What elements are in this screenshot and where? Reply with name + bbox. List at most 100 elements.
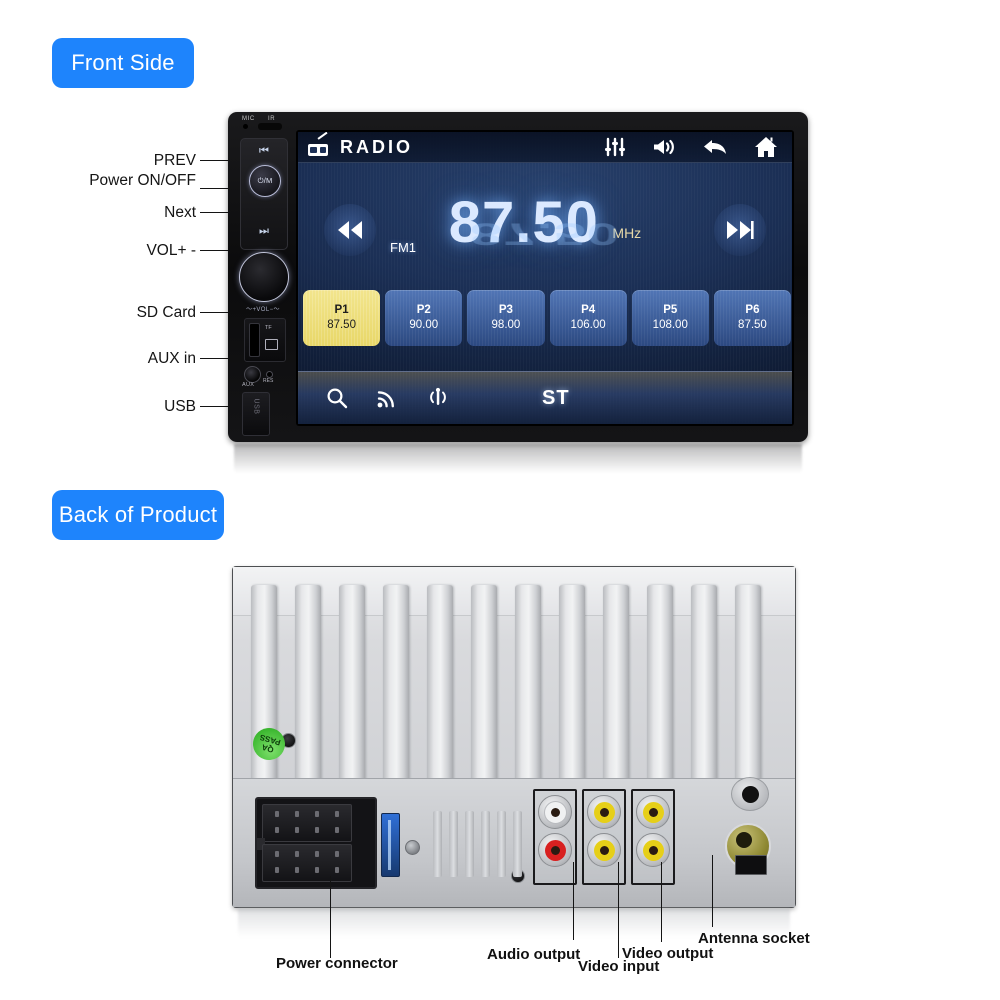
front-unit-reflection	[234, 444, 802, 478]
radio-icon	[308, 132, 328, 156]
preset-button-p3[interactable]: P3 98.00	[467, 290, 545, 346]
callout-volume: VOL+ -	[146, 242, 196, 259]
back-lower-deck	[233, 777, 795, 907]
aux-input-jack[interactable]	[244, 366, 261, 383]
mic-label: MIC	[242, 116, 255, 122]
callout-antenna-socket: Antenna socket	[698, 930, 810, 947]
broadcast-antenna-icon[interactable]	[426, 387, 450, 409]
callout-aux-in: AUX in	[147, 350, 196, 367]
callout-prev: PREV	[153, 152, 196, 169]
frequency-display: 87.50 MHz	[298, 194, 792, 252]
preset-name: P4	[581, 304, 596, 316]
back-arrow-icon[interactable]	[702, 137, 728, 157]
power-button[interactable]: ⏻/M	[249, 165, 281, 197]
ir-receiver-window	[258, 123, 282, 130]
preset-button-p5[interactable]: P5 108.00	[631, 290, 709, 346]
tf-sd-card-slot[interactable]: TF	[244, 318, 286, 362]
volume-knob[interactable]	[239, 252, 289, 302]
volume-icon[interactable]	[652, 137, 676, 157]
preset-name: P3	[498, 304, 513, 316]
touchscreen-frame: RADIO FM1 87.50 MHz 87.50 P1 87.50 P2 90…	[296, 130, 794, 426]
connector-pin-block-top	[262, 804, 352, 842]
next-track-button[interactable]: ⏭	[241, 225, 287, 238]
reset-pinhole[interactable]	[266, 371, 273, 378]
rca-jack-yellow-video-out-2[interactable]	[636, 833, 670, 867]
stereo-indicator: ST	[542, 386, 570, 409]
rca-jack-area	[533, 789, 715, 885]
vent-slot-group	[433, 811, 529, 877]
transport-button-group: ⏮ ⏻/M ⏭	[240, 138, 288, 250]
rca-jack-yellow-video-out-1[interactable]	[636, 795, 670, 829]
qa-pass-text: QA PASS	[258, 732, 282, 755]
fuse	[381, 813, 400, 877]
callout-sd-card: SD Card	[136, 304, 196, 321]
front-top-bezel: MIC IR	[228, 112, 808, 130]
preset-name: P2	[416, 304, 431, 316]
ir-label: IR	[268, 116, 276, 122]
section-badge-back-of-product: Back of Product	[52, 490, 224, 540]
callout-power-connector: Power connector	[276, 955, 398, 972]
volume-knob-label: 〜+VOL−〜	[246, 307, 280, 313]
equalizer-icon[interactable]	[604, 137, 626, 157]
frequency-value: 87.50	[448, 190, 599, 255]
preset-frequency: 98.00	[491, 319, 521, 331]
usb-port-label: USB	[252, 398, 260, 415]
callout-power-on-off: Power ON/OFF	[89, 172, 196, 189]
video-output-jack-group[interactable]	[631, 789, 675, 885]
connector-pin-block-bottom	[262, 844, 352, 882]
video-input-jack-group[interactable]	[582, 789, 626, 885]
screen-top-bar: RADIO	[298, 132, 792, 163]
usb-port[interactable]: USB	[242, 392, 270, 436]
mounting-recess-hole	[731, 777, 769, 811]
leader-video-output	[661, 862, 662, 942]
preset-button-p6[interactable]: P6 87.50	[713, 290, 792, 346]
rca-jack-yellow-video-in-2[interactable]	[587, 833, 621, 867]
front-left-control-strip: ⏮ ⏻/M ⏭ 〜+VOL−〜 TF RES AUX USB	[234, 130, 292, 436]
home-icon[interactable]	[754, 136, 778, 158]
auxiliary-black-connector[interactable]	[735, 855, 767, 875]
preset-name: P6	[745, 304, 760, 316]
prev-track-button[interactable]: ⏮	[241, 145, 287, 158]
search-icon[interactable]	[326, 387, 348, 409]
rca-jack-yellow-video-in-1[interactable]	[587, 795, 621, 829]
section-badge-front-side: Front Side	[52, 38, 194, 88]
callout-audio-output: Audio output	[487, 946, 581, 963]
preset-frequency: 108.00	[652, 319, 688, 331]
rca-jack-red-audio-right[interactable]	[538, 833, 572, 867]
preset-frequency: 106.00	[570, 319, 606, 331]
aux-jack-label: AUX	[242, 382, 255, 388]
leader-power-connector	[330, 876, 331, 958]
source-title: RADIO	[340, 136, 413, 157]
front-unit-body: MIC IR ⏮ ⏻/M ⏭ 〜+VOL−〜 TF RES AUX USB RA…	[228, 112, 808, 442]
preset-name: P1	[334, 304, 349, 316]
preset-frequency: 87.50	[327, 319, 356, 331]
preset-button-p2[interactable]: P2 90.00	[385, 290, 463, 346]
tf-slot-label: TF	[265, 325, 272, 331]
microphone-hole	[243, 124, 248, 129]
preset-name: P5	[663, 304, 678, 316]
power-connector[interactable]	[255, 797, 377, 889]
leader-antenna-socket	[712, 855, 713, 927]
product-diagram: Front Side Back of Product PREV Power ON…	[0, 0, 1000, 1000]
rca-jack-white-audio-left[interactable]	[538, 795, 572, 829]
callout-next: Next	[164, 204, 196, 221]
leader-video-input	[618, 862, 619, 958]
preset-button-p4[interactable]: P4 106.00	[549, 290, 627, 346]
tf-slot-opening	[249, 323, 260, 357]
callout-video-output: Video output	[622, 945, 714, 962]
preset-frequency: 90.00	[409, 319, 439, 331]
reset-label: RES	[263, 378, 274, 384]
callout-usb: USB	[164, 398, 196, 415]
preset-frequency: 87.50	[738, 319, 767, 331]
screen-bottom-bar: ST	[298, 371, 792, 424]
sd-card-icon	[265, 339, 278, 350]
touchscreen-display[interactable]: RADIO FM1 87.50 MHz 87.50 P1 87.50 P2 90…	[298, 132, 792, 424]
screen-topbar-icon-group	[604, 136, 778, 158]
preset-button-row: P1 87.50 P2 90.00 P3 98.00 P4 106.00 P5 …	[303, 290, 792, 346]
preset-button-p1[interactable]: P1 87.50	[303, 290, 381, 346]
frequency-unit: MHz	[612, 225, 642, 241]
audio-output-jack-group[interactable]	[533, 789, 577, 885]
leader-audio-output	[573, 862, 574, 940]
chassis-screw-left	[405, 840, 420, 855]
signal-waves-icon[interactable]	[376, 387, 398, 409]
